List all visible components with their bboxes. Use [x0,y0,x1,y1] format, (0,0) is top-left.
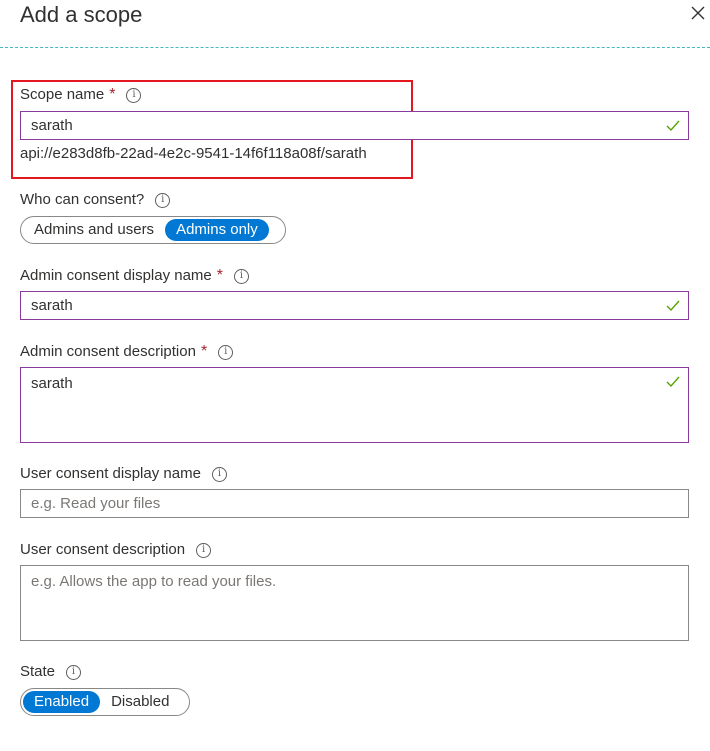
user-consent-display-name-input[interactable] [20,489,689,518]
who-can-consent-toggle[interactable]: Admins and users Admins only [20,216,286,244]
admin-consent-display-name-input[interactable] [20,291,689,320]
info-icon[interactable]: i [196,542,212,558]
required-asterisk: * [200,343,208,360]
info-icon[interactable]: i [234,268,250,284]
user-consent-description-input[interactable] [20,565,689,641]
checkmark-icon [666,300,680,312]
scope-name-input[interactable] [20,111,689,140]
info-icon[interactable]: i [211,466,227,482]
admin-consent-description-label: Admin consent description * i [20,342,234,362]
admin-consent-display-name-label: Admin consent display name * i [20,266,250,286]
option-enabled[interactable]: Enabled [23,691,101,713]
user-consent-display-name-label: User consent display name i [20,464,227,484]
user-consent-description-label: User consent description i [20,540,212,560]
scope-name-label: Scope name * i [20,85,142,105]
option-admins-only[interactable]: Admins only [165,219,269,241]
close-icon [691,6,705,20]
option-disabled[interactable]: Disabled [100,691,180,713]
checkmark-icon [666,120,680,132]
info-icon[interactable]: i [66,664,82,680]
option-admins-and-users[interactable]: Admins and users [23,219,165,241]
state-toggle[interactable]: Enabled Disabled [20,688,190,716]
state-label: State i [20,662,82,682]
close-button[interactable] [688,3,708,23]
header-divider [0,47,710,48]
admin-consent-description-input[interactable]: sarath [20,367,689,443]
panel-title: Add a scope [20,2,143,27]
scope-api-uri: api://e283d8fb-22ad-4e2c-9541-14f6f118a0… [20,145,367,162]
info-icon[interactable]: i [126,87,142,103]
required-asterisk: * [109,86,116,103]
who-can-consent-label: Who can consent? i [20,190,171,210]
required-asterisk: * [216,267,224,284]
info-icon[interactable]: i [155,192,171,208]
info-icon[interactable]: i [218,344,234,360]
checkmark-icon [666,376,680,388]
